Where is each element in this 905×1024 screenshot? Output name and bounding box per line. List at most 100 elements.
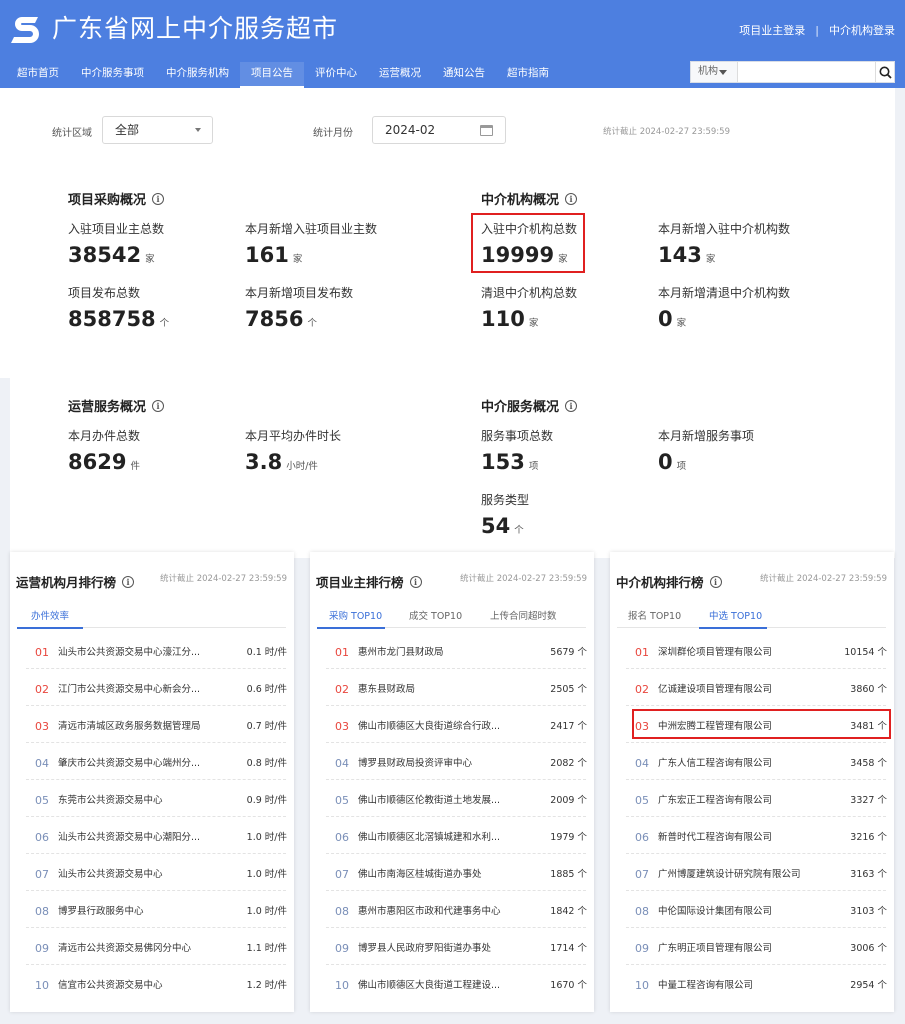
- agency-login-link[interactable]: 中介机构登录: [829, 22, 895, 38]
- chevron-down-icon: [719, 70, 727, 75]
- tab-selected-top10[interactable]: 中选 TOP10: [709, 608, 762, 622]
- tab-indicator: [17, 627, 83, 629]
- main-nav: 超市首页 中介服务事项 中介服务机构 项目公告 评价中心 运营概况 通知公告 超…: [6, 62, 560, 88]
- agency-title: 中介机构概况i: [481, 189, 577, 208]
- service-title: 中介服务概况i: [481, 396, 577, 415]
- tab-purchase-top10[interactable]: 采购 TOP10: [329, 608, 382, 622]
- list-item[interactable]: 01汕头市公共资源交易中心濠江分...0.1 时/件: [10, 644, 294, 681]
- ops-ranking-panel: 运营机构月排行榜i 统计截止 2024-02-27 23:59:59 办件效率 …: [10, 552, 294, 1012]
- panel-title: 项目业主排行榜i: [316, 572, 422, 591]
- stat-avg-duration: 本月平均办件时长3.8小时/件: [245, 427, 341, 474]
- info-icon[interactable]: i: [710, 576, 722, 588]
- tab-signup-top10[interactable]: 报名 TOP10: [628, 608, 681, 622]
- tab-contract-overdue[interactable]: 上传合同超时数: [490, 608, 557, 622]
- list-item[interactable]: 01惠州市龙门县财政局5679 个: [310, 644, 594, 681]
- list-item[interactable]: 08博罗县行政服务中心1.0 时/件: [10, 903, 294, 940]
- search-type-select[interactable]: 机构: [691, 62, 738, 82]
- month-value: 2024-02: [385, 123, 435, 137]
- list-item[interactable]: 05佛山市顺德区伦教街道土地发展...2009 个: [310, 792, 594, 829]
- search-button[interactable]: [875, 62, 894, 82]
- nav-service-items[interactable]: 中介服务事项: [70, 62, 155, 88]
- info-icon[interactable]: i: [152, 400, 164, 412]
- search-icon: [879, 66, 892, 79]
- nav-guide[interactable]: 超市指南: [496, 62, 560, 88]
- list-item[interactable]: 06佛山市顺德区北滘镇城建和水利...1979 个: [310, 829, 594, 866]
- stat-agency-removed-new: 本月新增清退中介机构数0家: [658, 284, 790, 331]
- list-item[interactable]: 10信宜市公共资源交易中心1.2 时/件: [10, 977, 294, 1014]
- overview-stat-time: 统计截止 2024-02-27 23:59:59: [603, 125, 730, 137]
- nav-notices[interactable]: 通知公告: [432, 62, 496, 88]
- login-links: 项目业主登录 | 中介机构登录: [739, 22, 895, 38]
- overview-card: 统计区域 全部 统计月份 2024-02 统计截止 2024-02-27 23:…: [10, 88, 895, 558]
- agency-ranking-panel: 中介机构排行榜i 统计截止 2024-02-27 23:59:59 报名 TOP…: [610, 552, 894, 1012]
- list-item[interactable]: 08惠州市惠阳区市政和代建事务中心1842 个: [310, 903, 594, 940]
- info-icon[interactable]: i: [122, 576, 134, 588]
- nav-home[interactable]: 超市首页: [6, 62, 70, 88]
- panel-tabs: 报名 TOP10 中选 TOP10: [617, 602, 886, 628]
- region-select[interactable]: 全部: [102, 116, 213, 144]
- purchase-title: 项目采购概况i: [68, 189, 164, 208]
- nav-operations[interactable]: 运营概况: [368, 62, 432, 88]
- panel-stat-time: 统计截止 2024-02-27 23:59:59: [760, 572, 887, 584]
- list-item[interactable]: 04肇庆市公共资源交易中心端州分...0.8 时/件: [10, 755, 294, 792]
- ops-title: 运营服务概况i: [68, 396, 164, 415]
- tab-indicator: [699, 627, 767, 629]
- stat-service-types: 服务类型54个: [481, 491, 529, 538]
- panel-tabs: 办件效率: [17, 602, 286, 628]
- stat-owner-total: 入驻项目业主总数38542家: [68, 220, 164, 267]
- nav-service-agencies[interactable]: 中介服务机构: [155, 62, 240, 88]
- list-item[interactable]: 04博罗县财政局投资评审中心2082 个: [310, 755, 594, 792]
- month-picker[interactable]: 2024-02: [372, 116, 506, 144]
- stat-project-new: 本月新增项目发布数7856个: [245, 284, 353, 331]
- list-item[interactable]: 05广东宏正工程咨询有限公司3327 个: [610, 792, 894, 829]
- stat-owner-new: 本月新增入驻项目业主数161家: [245, 220, 377, 267]
- calendar-icon: [480, 125, 493, 136]
- list-item[interactable]: 07佛山市南海区桂城街道办事处1885 个: [310, 866, 594, 903]
- list-item[interactable]: 10中量工程咨询有限公司2954 个: [610, 977, 894, 1014]
- panel-stat-time: 统计截止 2024-02-27 23:59:59: [460, 572, 587, 584]
- site-header: 广东省网上中介服务超市 项目业主登录|中介机构登录 超市首页 中介服务事项 中介…: [0, 0, 905, 88]
- owner-login-link[interactable]: 项目业主登录: [739, 22, 805, 38]
- stat-project-total: 项目发布总数858758个: [68, 284, 169, 331]
- info-icon[interactable]: i: [565, 193, 577, 205]
- list-item[interactable]: 03清远市清城区政务服务数据管理局0.7 时/件: [10, 718, 294, 755]
- list-item[interactable]: 02江门市公共资源交易中心新会分...0.6 时/件: [10, 681, 294, 718]
- list-item[interactable]: 03佛山市顺德区大良街道综合行政...2417 个: [310, 718, 594, 755]
- list-item[interactable]: 06新普时代工程咨询有限公司3216 个: [610, 829, 894, 866]
- list-item[interactable]: 07广州博厦建筑设计研究院有限公司3163 个: [610, 866, 894, 903]
- tab-deal-top10[interactable]: 成交 TOP10: [409, 608, 462, 622]
- stat-agency-removed: 清退中介机构总数110家: [481, 284, 577, 331]
- list-item[interactable]: 07汕头市公共资源交易中心1.0 时/件: [10, 866, 294, 903]
- info-icon[interactable]: i: [410, 576, 422, 588]
- stat-service-total: 服务事项总数153项: [481, 427, 553, 474]
- search-type-value: 机构: [698, 66, 718, 77]
- list-item[interactable]: 08中伦国际设计集团有限公司3103 个: [610, 903, 894, 940]
- panel-title: 运营机构月排行榜i: [16, 572, 134, 591]
- stat-service-new: 本月新增服务事项0项: [658, 427, 754, 474]
- info-icon[interactable]: i: [152, 193, 164, 205]
- nav-evaluation[interactable]: 评价中心: [304, 62, 368, 88]
- list-item[interactable]: 05东莞市公共资源交易中心0.9 时/件: [10, 792, 294, 829]
- region-value: 全部: [115, 123, 139, 137]
- list-item[interactable]: 09清远市公共资源交易佛冈分中心1.1 时/件: [10, 940, 294, 977]
- region-label: 统计区域: [52, 124, 92, 139]
- month-label: 统计月份: [313, 124, 353, 139]
- panel-title: 中介机构排行榜i: [616, 572, 722, 591]
- highlight-box: [471, 213, 585, 273]
- info-icon[interactable]: i: [565, 400, 577, 412]
- list-item[interactable]: 01深圳群伦项目管理有限公司10154 个: [610, 644, 894, 681]
- list-item[interactable]: 09博罗县人民政府罗阳街道办事处1714 个: [310, 940, 594, 977]
- panel-tabs: 采购 TOP10 成交 TOP10 上传合同超时数: [317, 602, 586, 628]
- search-input[interactable]: [738, 62, 875, 82]
- login-separator: |: [815, 24, 819, 37]
- site-logo-icon[interactable]: [8, 10, 44, 46]
- list-item[interactable]: 09广东明正项目管理有限公司3006 个: [610, 940, 894, 977]
- left-strip: [0, 88, 10, 378]
- nav-project-notices[interactable]: 项目公告: [240, 62, 304, 88]
- list-item[interactable]: 02惠东县财政局2505 个: [310, 681, 594, 718]
- chevron-down-icon: [195, 128, 201, 132]
- list-item[interactable]: 04广东人信工程咨询有限公司3458 个: [610, 755, 894, 792]
- tab-efficiency[interactable]: 办件效率: [31, 608, 69, 622]
- list-item[interactable]: 10佛山市顺德区大良街道工程建设...1670 个: [310, 977, 594, 1014]
- list-item[interactable]: 06汕头市公共资源交易中心潮阳分...1.0 时/件: [10, 829, 294, 866]
